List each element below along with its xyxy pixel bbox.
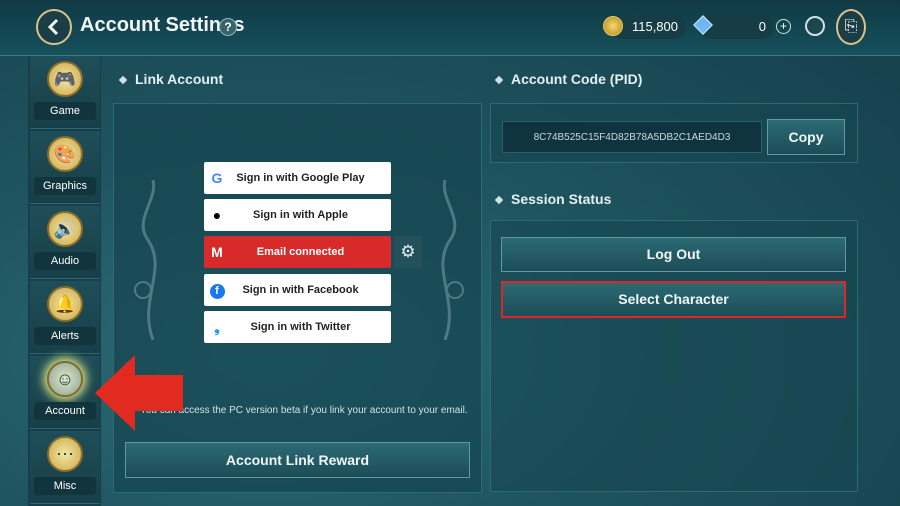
button-label: Email connected bbox=[256, 246, 345, 258]
select-character-button[interactable]: Select Character bbox=[501, 281, 846, 318]
palette-icon: 🎨 bbox=[47, 136, 83, 172]
pid-value: 8C74B525C15F4D82B78A5DB2C1AED4D3 bbox=[502, 121, 762, 153]
account-link-reward-button[interactable]: Account Link Reward bbox=[125, 442, 470, 478]
twitter-icon: ❟ bbox=[214, 318, 220, 335]
sidebar-item-label: Game bbox=[34, 102, 96, 120]
twitter-signin-button[interactable]: ❟ Sign in with Twitter bbox=[204, 311, 391, 343]
apple-signin-button[interactable]: ● Sign in with Apple bbox=[204, 199, 391, 231]
gold-coin-icon bbox=[603, 16, 623, 36]
target-icon[interactable] bbox=[805, 16, 825, 36]
sidebar-item-account[interactable]: ☺ Account bbox=[30, 356, 100, 429]
sidebar-item-label: Misc bbox=[34, 477, 96, 495]
facebook-signin-button[interactable]: f Sign in with Facebook bbox=[204, 274, 391, 306]
log-out-button[interactable]: Log Out bbox=[501, 237, 846, 272]
sidebar-item-label: Audio bbox=[34, 252, 96, 270]
vine-ornament-icon bbox=[134, 180, 157, 340]
account-code-heading: Account Code (PID) bbox=[494, 71, 642, 87]
button-label: Sign in with Facebook bbox=[242, 284, 359, 296]
gear-icon: ⚙ bbox=[400, 242, 416, 261]
vine-ornament-icon bbox=[441, 180, 464, 340]
add-gems-button[interactable]: + bbox=[776, 19, 791, 34]
help-button[interactable]: ? bbox=[219, 18, 237, 36]
gem-counter: 0 bbox=[700, 15, 774, 39]
pc-beta-info-text: You can access the PC version beta if yo… bbox=[140, 405, 468, 416]
bell-icon: 🔔 bbox=[47, 286, 83, 322]
button-label: Sign in with Google Play bbox=[236, 172, 365, 184]
gmail-icon: M bbox=[211, 244, 223, 260]
session-status-heading: Session Status bbox=[494, 191, 611, 207]
button-label: Sign in with Apple bbox=[253, 209, 348, 221]
sidebar-item-label: Alerts bbox=[34, 327, 96, 345]
google-play-signin-button[interactable]: G Sign in with Google Play bbox=[204, 162, 391, 194]
user-icon: ☺ bbox=[47, 361, 83, 397]
email-settings-button[interactable]: ⚙ bbox=[394, 236, 422, 268]
apple-icon: ● bbox=[212, 207, 222, 223]
red-arrow-icon bbox=[95, 355, 183, 431]
sidebar-item-audio[interactable]: 🔊 Audio bbox=[30, 206, 100, 279]
settings-sidebar: 🎮 Game 🎨 Graphics 🔊 Audio 🔔 Alerts ☺ Acc… bbox=[28, 56, 101, 506]
exit-door-icon: ⎘ bbox=[844, 18, 858, 35]
facebook-icon: f bbox=[204, 281, 230, 299]
back-button[interactable] bbox=[36, 9, 72, 45]
diamond-bullet-icon bbox=[494, 76, 504, 85]
sidebar-item-misc[interactable]: ⋯ Misc bbox=[30, 431, 100, 504]
more-icon: ⋯ bbox=[47, 436, 83, 472]
exit-button[interactable]: ⎘ bbox=[836, 9, 866, 45]
button-label: Sign in with Twitter bbox=[250, 321, 351, 333]
google-icon: G bbox=[211, 170, 223, 186]
sidebar-item-graphics[interactable]: 🎨 Graphics bbox=[30, 131, 100, 204]
sidebar-item-game[interactable]: 🎮 Game bbox=[30, 56, 100, 129]
sidebar-item-alerts[interactable]: 🔔 Alerts bbox=[30, 281, 100, 354]
chevron-left-icon bbox=[47, 18, 59, 36]
sidebar-item-label: Graphics bbox=[34, 177, 96, 195]
diamond-bullet-icon bbox=[494, 196, 504, 205]
link-account-heading: Link Account bbox=[118, 71, 223, 87]
email-connected-button[interactable]: M Email connected bbox=[204, 236, 391, 268]
speaker-icon: 🔊 bbox=[47, 211, 83, 247]
gamepad-icon: 🎮 bbox=[47, 61, 83, 97]
copy-button[interactable]: Copy bbox=[767, 119, 845, 155]
sidebar-item-label: Account bbox=[34, 402, 96, 420]
diamond-bullet-icon bbox=[118, 76, 128, 85]
